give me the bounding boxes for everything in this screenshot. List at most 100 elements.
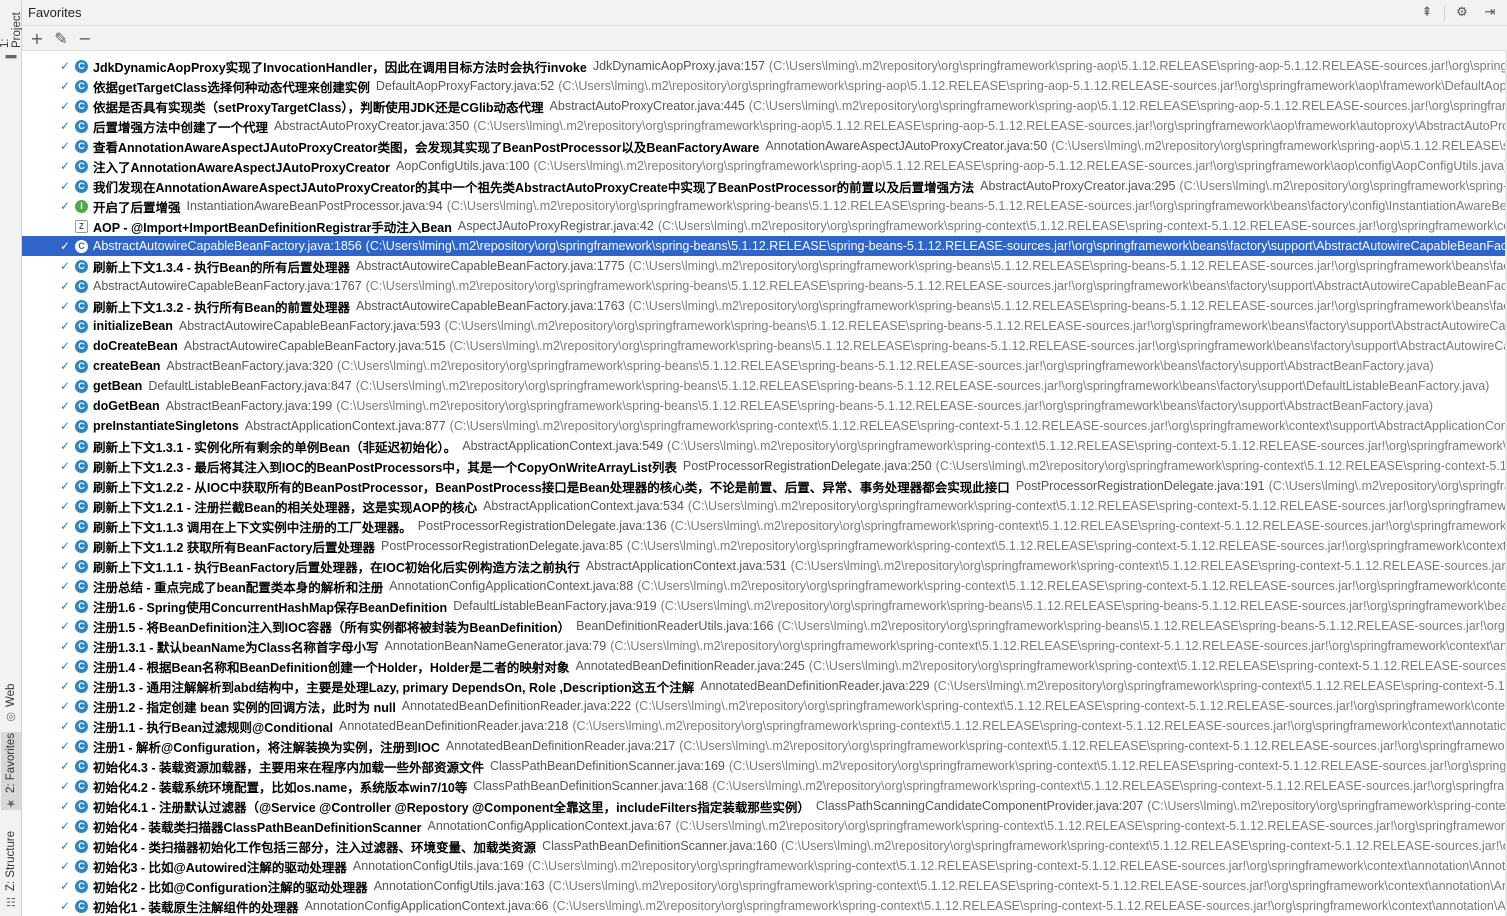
list-item[interactable]: ✓ C 刷新上下文1.3.1 - 实例化所有剩余的单例Bean（非延迟初始化）。 Ab… bbox=[22, 436, 1505, 456]
breakpoint-check-icon[interactable]: ✓ bbox=[58, 279, 72, 293]
breakpoint-check-icon[interactable]: ✓ bbox=[58, 739, 72, 753]
breakpoint-check-icon[interactable]: ✓ bbox=[58, 539, 72, 553]
tab-favorites[interactable]: ★ 2: Favorites bbox=[1, 732, 21, 810]
list-item[interactable]: ✓ C 注入了AnnotationAwareAspectJAutoProxyCrea… bbox=[22, 156, 1505, 176]
list-item[interactable]: ✓ C 初始化4 - 类扫描器初始化工作包括三部分，注入过滤器、环境变量、加载类资源… bbox=[22, 836, 1505, 856]
breakpoint-check-icon[interactable]: ✓ bbox=[58, 59, 72, 73]
breakpoint-check-icon[interactable]: ✓ bbox=[58, 199, 72, 213]
list-item[interactable]: ✓ CgetBean DefaultListableBeanFactory.java… bbox=[22, 376, 1505, 396]
list-item[interactable]: ✓ C 注册1.2 - 指定创建 bean 实例的回调方法，此时为 null Anno… bbox=[22, 696, 1505, 716]
list-item[interactable]: Z AOP - @Import+ImportBeanDefinitionRegis… bbox=[22, 216, 1505, 236]
tab-project[interactable]: ▬ 1: Project bbox=[0, 2, 23, 64]
breakpoint-check-icon[interactable]: ✓ bbox=[58, 319, 72, 333]
list-item[interactable]: ✓ C 注册总结 - 重点完成了bean配置类本身的解析和注册 AnnotationC… bbox=[22, 576, 1505, 596]
list-item[interactable]: ✓ C 我们发现在AnnotationAwareAspectJAutoProxyCr… bbox=[22, 176, 1505, 196]
list-item[interactable]: ✓ C 注册1.3 - 通用注解解析到abd结构中，主要是处理Lazy, prima… bbox=[22, 676, 1505, 696]
list-item[interactable]: ✓ C 注册1.1 - 执行Bean过滤规则@Conditional Annotate… bbox=[22, 716, 1505, 736]
breakpoint-check-icon[interactable]: ✓ bbox=[58, 899, 72, 913]
breakpoint-check-icon[interactable]: ✓ bbox=[58, 799, 72, 813]
hide-panel-icon[interactable]: ⇥ bbox=[1479, 3, 1501, 23]
list-item[interactable]: ✓ C 初始化4 - 装载类扫描器ClassPathBeanDefinitionSc… bbox=[22, 816, 1505, 836]
breakpoint-check-icon[interactable]: ✓ bbox=[58, 579, 72, 593]
breakpoint-check-icon[interactable]: ✓ bbox=[58, 639, 72, 653]
breakpoint-check-icon[interactable]: ✓ bbox=[58, 79, 72, 93]
breakpoint-check-icon[interactable]: ✓ bbox=[58, 259, 72, 273]
list-item[interactable]: ✓ CdoCreateBean AbstractAutowireCapableBea… bbox=[22, 336, 1505, 356]
list-item[interactable]: ✓ C AbstractAutowireCapableBeanFactory.jav… bbox=[22, 276, 1505, 296]
breakpoint-check-icon[interactable]: ✓ bbox=[58, 359, 72, 373]
breakpoint-check-icon[interactable]: ✓ bbox=[58, 599, 72, 613]
breakpoint-check-icon[interactable]: ✓ bbox=[58, 119, 72, 133]
list-item[interactable]: ✓ C 初始化1 - 装载原生注解组件的处理器 AnnotationConfigApp… bbox=[22, 896, 1505, 916]
breakpoint-check-icon[interactable]: ✓ bbox=[58, 379, 72, 393]
breakpoint-check-icon[interactable]: ✓ bbox=[58, 239, 72, 253]
list-item[interactable]: ✓ CcreateBean AbstractBeanFactory.java:320… bbox=[22, 356, 1505, 376]
favorites-list[interactable]: ✓ C JdkDynamicAopProxy实现了InvocationHandler… bbox=[22, 50, 1505, 916]
list-item[interactable]: ✓ C 刷新上下文1.3.4 - 执行Bean的所有后置处理器 AbstractAut… bbox=[22, 256, 1505, 276]
breakpoint-check-icon[interactable]: ✓ bbox=[58, 779, 72, 793]
breakpoint-check-icon[interactable]: ✓ bbox=[58, 559, 72, 573]
list-item[interactable]: ✓ C 初始化2 - 比如@Configuration注解的驱动处理器 Annotat… bbox=[22, 876, 1505, 896]
list-item[interactable]: ✓ CinitializeBean AbstractAutowireCapableB… bbox=[22, 316, 1505, 336]
breakpoint-check-icon[interactable]: ✓ bbox=[58, 159, 72, 173]
list-item[interactable]: ✓ C 注册1.6 - Spring使用ConcurrentHashMap保存Bea… bbox=[22, 596, 1505, 616]
class-icon: C bbox=[75, 719, 88, 733]
list-item[interactable]: ✓ C 初始化4.2 - 装载系统环境配置，比如os.name，系统版本win7/1… bbox=[22, 776, 1505, 796]
list-item[interactable]: ✓ C 刷新上下文1.2.2 - 从IOC中获取所有的BeanPostProcess… bbox=[22, 476, 1505, 496]
list-item[interactable]: ✓ C 刷新上下文1.1.3 调用在上下文实例中注册的工厂处理器。 PostProce… bbox=[22, 516, 1505, 536]
breakpoint-check-icon[interactable]: ✓ bbox=[58, 459, 72, 473]
list-item[interactable]: ✓ C 依据是否具有实现类（setProxyTargetClass），判断使用JDK… bbox=[22, 96, 1505, 116]
breakpoint-check-icon[interactable]: ✓ bbox=[58, 139, 72, 153]
list-item[interactable]: ✓ C AbstractAutowireCapableBeanFactory.jav… bbox=[22, 236, 1505, 256]
list-item[interactable]: ✓ C 刷新上下文1.3.2 - 执行所有Bean的前置处理器 AbstractAut… bbox=[22, 296, 1505, 316]
list-item[interactable]: ✓ C 初始化4.1 - 注册默认过滤器（@Service @Controller … bbox=[22, 796, 1505, 816]
list-item[interactable]: ✓ C 依据getTargetClass选择何种动态代理来创建实例 DefaultAo… bbox=[22, 76, 1505, 96]
list-item[interactable]: ✓ C JdkDynamicAopProxy实现了InvocationHandler… bbox=[22, 56, 1505, 76]
breakpoint-check-icon[interactable]: ✓ bbox=[58, 699, 72, 713]
list-item[interactable]: ✓ C 初始化4.3 - 装载资源加载器，主要用来在程序内加载一些外部资源文件 Cla… bbox=[22, 756, 1505, 776]
edit-icon[interactable]: ✎ bbox=[50, 28, 72, 48]
breakpoint-check-icon[interactable]: ✓ bbox=[58, 859, 72, 873]
list-item[interactable]: ✓ C 刷新上下文1.2.3 - 最后将其注入到IOC的BeanPostProces… bbox=[22, 456, 1505, 476]
list-item[interactable]: ✓ C 注册1 - 解析@Configuration，将注解装换为实例，注册到IOC… bbox=[22, 736, 1505, 756]
bookmark-description: 刷新上下文1.1.1 - 执行BeanFactory后置处理器，在IOC初始化后… bbox=[93, 560, 580, 575]
breakpoint-check-icon[interactable]: ✓ bbox=[58, 339, 72, 353]
list-item[interactable]: ✓ C 注册1.5 - 将BeanDefinition注入到IOC容器（所有实例都将… bbox=[22, 616, 1505, 636]
class-icon: C bbox=[75, 179, 88, 193]
list-item[interactable]: ✓ C 后置增强方法中创建了一个代理 AbstractAutoProxyCreator… bbox=[22, 116, 1505, 136]
breakpoint-check-icon[interactable]: ✓ bbox=[58, 179, 72, 193]
gear-icon[interactable]: ⚙ bbox=[1451, 3, 1473, 23]
class-icon: C bbox=[75, 779, 88, 793]
tab-structure[interactable]: ☷ Z: Structure bbox=[1, 820, 21, 908]
breakpoint-check-icon[interactable]: ✓ bbox=[58, 499, 72, 513]
breakpoint-check-icon[interactable]: ✓ bbox=[58, 99, 72, 113]
list-item[interactable]: ✓ C 刷新上下文1.1.2 获取所有BeanFactory后置处理器 PostPro… bbox=[22, 536, 1505, 556]
add-icon[interactable]: + bbox=[26, 28, 48, 48]
breakpoint-check-icon[interactable]: ✓ bbox=[58, 679, 72, 693]
breakpoint-check-icon[interactable]: ✓ bbox=[58, 839, 72, 853]
list-item[interactable]: ✓ CdoGetBean AbstractBeanFactory.java:199(… bbox=[22, 396, 1505, 416]
list-item[interactable]: ✓ C 刷新上下文1.1.1 - 执行BeanFactory后置处理器，在IOC初始… bbox=[22, 556, 1505, 576]
list-item[interactable]: ✓ I 开启了后置增强 InstantiationAwareBeanPostProce… bbox=[22, 196, 1505, 216]
collapse-all-icon[interactable]: ⇞ bbox=[1416, 3, 1438, 23]
breakpoint-check-icon[interactable]: ✓ bbox=[58, 719, 72, 733]
breakpoint-check-icon[interactable]: ✓ bbox=[58, 299, 72, 313]
breakpoint-check-icon[interactable]: ✓ bbox=[58, 419, 72, 433]
remove-icon[interactable]: − bbox=[74, 28, 96, 48]
list-item[interactable]: ✓ CpreInstantiateSingletons AbstractApplic… bbox=[22, 416, 1505, 436]
list-item[interactable]: ✓ C 初始化3 - 比如@Autowired注解的驱动处理器 AnnotationC… bbox=[22, 856, 1505, 876]
breakpoint-check-icon[interactable]: ✓ bbox=[58, 819, 72, 833]
list-item[interactable]: ✓ C 查看AnnotationAwareAspectJAutoProxyCreat… bbox=[22, 136, 1505, 156]
breakpoint-check-icon[interactable]: ✓ bbox=[58, 759, 72, 773]
breakpoint-check-icon[interactable]: ✓ bbox=[58, 619, 72, 633]
list-item[interactable]: ✓ C 注册1.3.1 - 默认beanName为Class名称首字母小写 Annot… bbox=[22, 636, 1505, 656]
breakpoint-check-icon[interactable]: ✓ bbox=[58, 659, 72, 673]
list-item[interactable]: ✓ C 注册1.4 - 根据Bean名称和BeanDefinition创建一个Hol… bbox=[22, 656, 1505, 676]
breakpoint-check-icon[interactable]: ✓ bbox=[58, 879, 72, 893]
breakpoint-check-icon[interactable]: ✓ bbox=[58, 439, 72, 453]
list-item[interactable]: ✓ C 刷新上下文1.2.1 - 注册拦截Bean的相关处理器，这是实现AOP的核心… bbox=[22, 496, 1505, 516]
breakpoint-check-icon[interactable]: ✓ bbox=[58, 519, 72, 533]
breakpoint-check-icon[interactable]: ✓ bbox=[58, 479, 72, 493]
breakpoint-check-icon[interactable]: ✓ bbox=[58, 399, 72, 413]
tab-web[interactable]: ◎ Web bbox=[1, 676, 21, 724]
